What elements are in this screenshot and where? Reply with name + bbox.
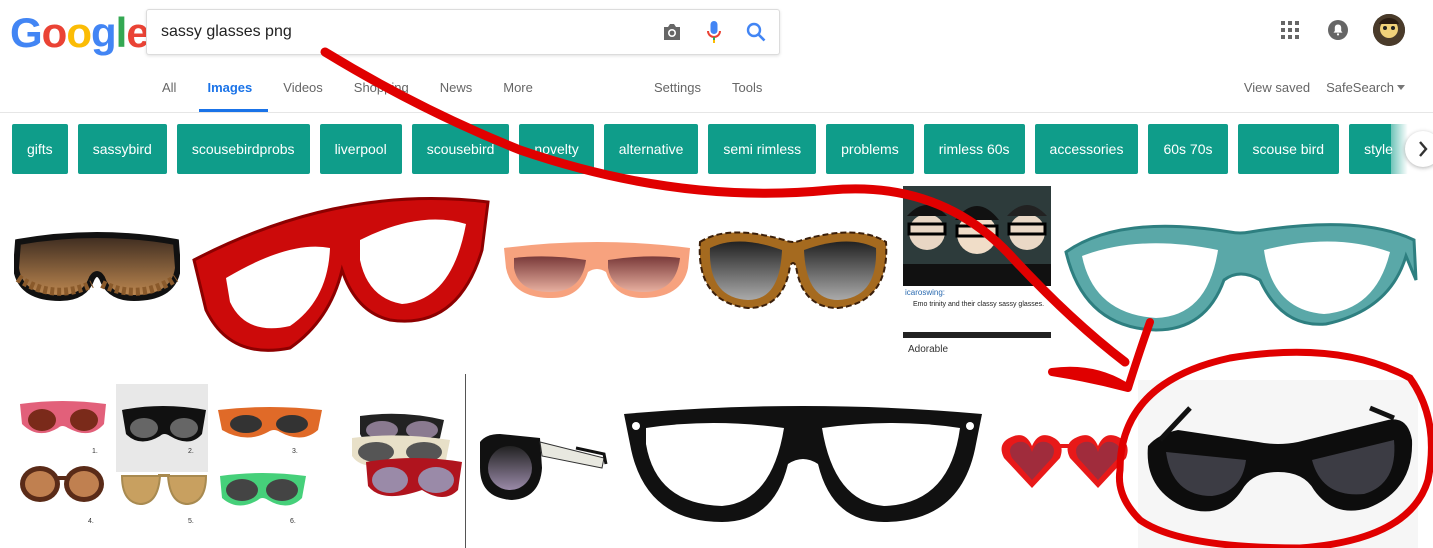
image-result-black-cateye[interactable] [1138,380,1418,548]
search-tabs: All Images Videos Shopping News More [162,70,564,112]
logo-letter: G [10,9,43,56]
logo-letter: o [66,9,92,56]
collage-number: 5. [188,518,194,525]
tab-shopping[interactable]: Shopping [354,70,409,112]
google-logo[interactable]: Google [10,9,150,56]
chip-60s-70s[interactable]: 60s 70s [1148,124,1228,174]
suggestion-chips: gifts sassybird scousebirdprobs liverpoo… [12,124,1433,174]
image-result-black-white-sunglasses[interactable] [476,428,608,512]
image-result-black-wayfarer[interactable] [622,404,984,526]
image-options: View saved SafeSearch [1244,70,1405,106]
account-tools [1277,14,1405,46]
chip-problems[interactable]: problems [826,124,914,174]
chip-liverpool[interactable]: liverpool [319,124,402,174]
tab-news[interactable]: News [440,70,473,112]
microphone-icon[interactable] [701,19,727,45]
chip-alternative[interactable]: alternative [603,124,699,174]
image-result-heart-sunglasses[interactable] [1000,430,1130,492]
search-box [146,9,780,55]
avatar[interactable] [1373,14,1405,46]
photo-username: icaroswing: [905,288,946,297]
image-result-band-photo[interactable]: icaroswing: Emo trinity and their classy… [903,186,1051,338]
chip-gifts[interactable]: gifts [12,124,68,174]
image-caption: Adorable [908,344,949,355]
collage-number: 1. [92,448,98,455]
tab-videos[interactable]: Videos [283,70,323,112]
view-saved-link[interactable]: View saved [1244,70,1310,106]
collage-number: 4. [88,518,94,525]
search-tools: Settings Tools [654,70,793,106]
camera-icon[interactable] [659,19,685,45]
chips-next-circle [1405,131,1433,167]
tab-images[interactable]: Images [199,70,269,112]
photo-caption-box: icaroswing: Emo trinity and their classy… [903,286,1051,338]
image-result-red-wayfarer[interactable] [190,190,492,354]
photo-bottom-bar [903,332,1051,338]
apps-grid-icon[interactable] [1277,17,1303,43]
notifications-icon[interactable] [1325,17,1351,43]
chip-rimless-60s[interactable]: rimless 60s [923,124,1025,174]
tools-link[interactable]: Tools [732,70,762,106]
top-bar: Google sassy glasses png All Images Vide… [0,0,1433,113]
chip-scouse-bird[interactable]: scouse bird [1237,124,1340,174]
chip-semi-rimless[interactable]: semi rimless [708,124,817,174]
photo-text: Emo trinity and their classy sassy glass… [913,301,1045,308]
collage-number: 3. [292,448,298,455]
logo-letter: o [41,9,68,56]
image-result-teal-cateye[interactable] [1060,210,1420,334]
chip-scousebird[interactable]: scousebird [411,124,510,174]
chip-scousebirdprobs[interactable]: scousebirdprobs [176,124,310,174]
tab-all[interactable]: All [162,70,176,112]
search-actions [659,10,769,54]
collage-number: 2. [188,448,194,455]
chip-accessories[interactable]: accessories [1034,124,1139,174]
chip-sassybird[interactable]: sassybird [77,124,167,174]
tab-more[interactable]: More [503,70,533,112]
safesearch-label: SafeSearch [1326,80,1394,95]
chips-next-button[interactable] [1391,124,1433,174]
logo-letter: l [115,9,128,56]
chip-novelty[interactable]: novelty [519,124,594,174]
image-result-tortoise-sunglasses[interactable] [698,222,888,310]
settings-link[interactable]: Settings [654,70,701,106]
image-result-coral-sunglasses[interactable] [502,238,692,304]
chevron-down-icon [1397,85,1405,90]
search-icon[interactable] [743,19,769,45]
result-divider [465,374,466,548]
image-result-shield-sunglasses[interactable] [14,228,180,308]
image-result-collage[interactable]: 1. 2. 3. 4. 5. 6. [12,384,332,534]
search-input[interactable] [161,10,641,54]
collage-number: 6. [290,518,296,525]
image-result-stacked-sunglasses[interactable] [346,410,464,506]
safesearch-dropdown[interactable]: SafeSearch [1326,70,1405,106]
logo-letter: g [90,9,117,56]
chevron-right-icon [1419,141,1428,157]
